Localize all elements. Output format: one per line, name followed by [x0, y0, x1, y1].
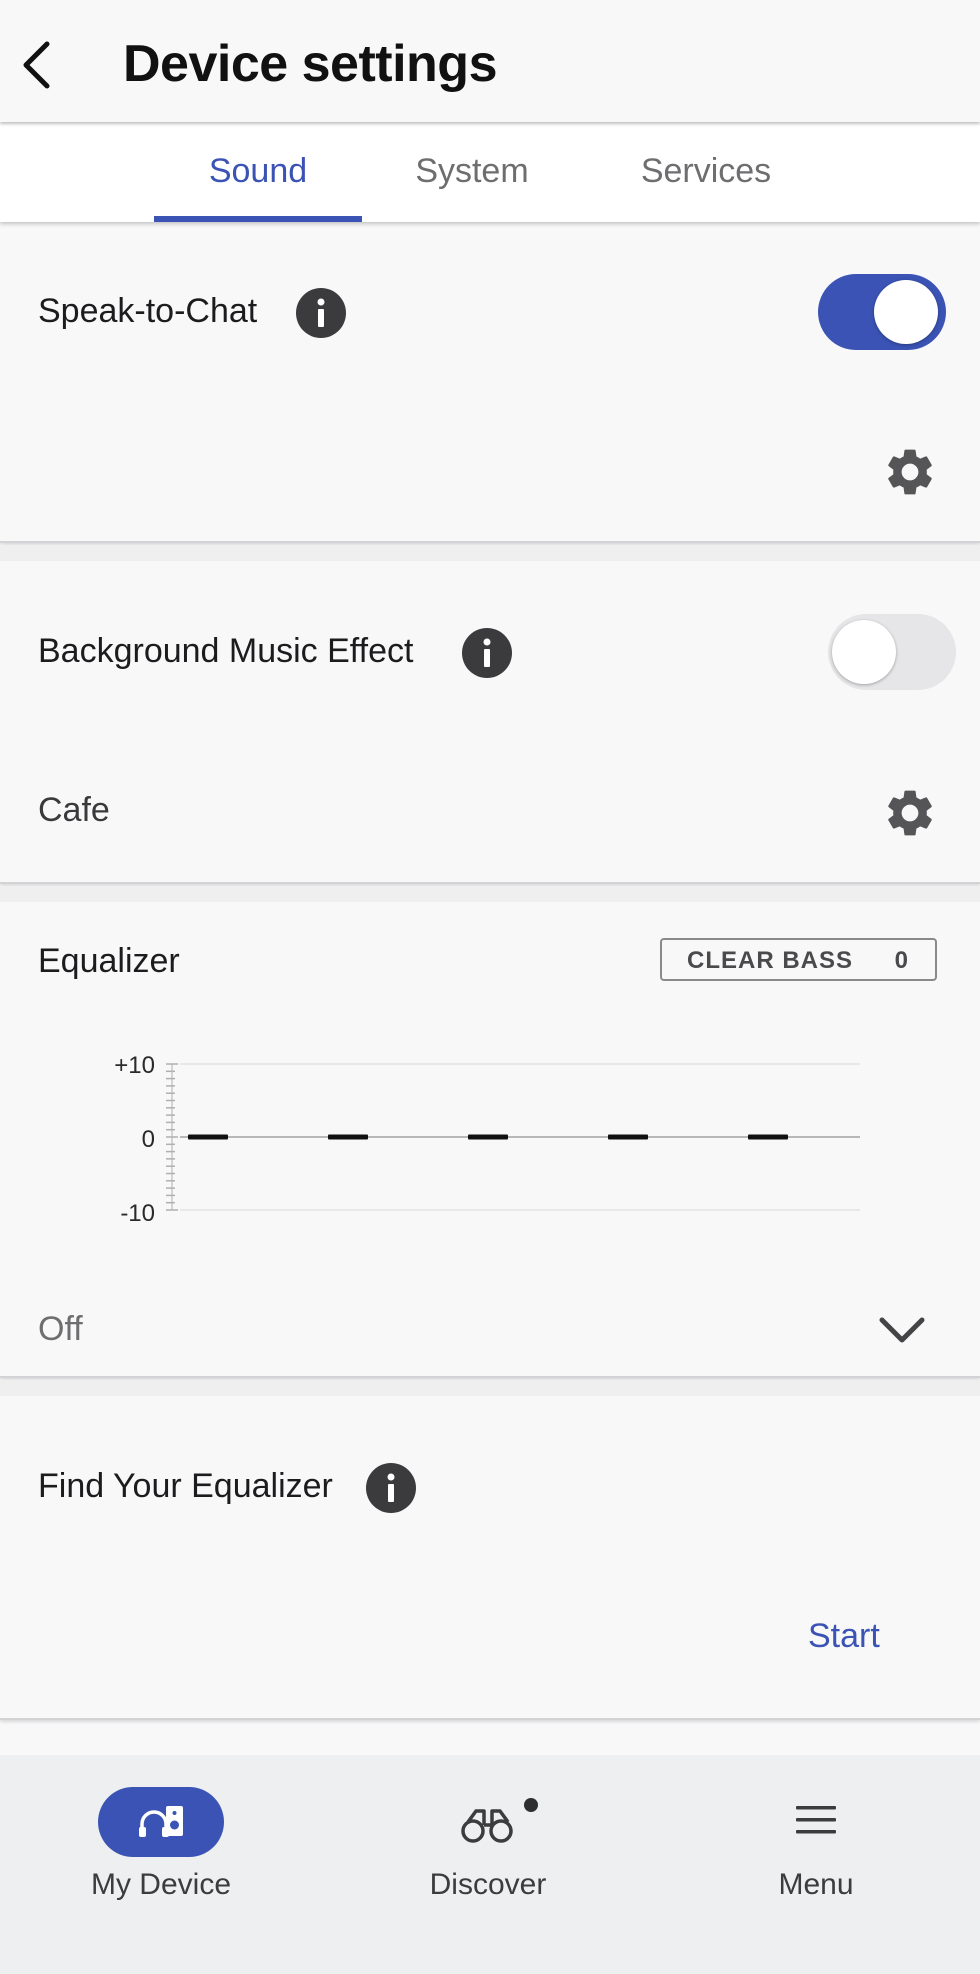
page-title: Device settings: [123, 35, 498, 93]
headphones-speaker-icon: [139, 1806, 183, 1837]
nav-menu[interactable]: Menu: [660, 1755, 972, 1974]
notification-dot: [524, 1798, 538, 1812]
eq-band-level: [608, 1134, 648, 1140]
eq-band-level: [748, 1134, 788, 1140]
section-divider: [0, 886, 980, 902]
equalizer-preset-value[interactable]: Off: [38, 1310, 83, 1349]
tab-services[interactable]: Services: [594, 152, 818, 191]
speak-to-chat-toggle[interactable]: [818, 274, 946, 350]
background-music-toggle[interactable]: [828, 614, 956, 690]
equalizer-chart[interactable]: +10 0 -10: [100, 1040, 880, 1227]
eq-band-level: [188, 1134, 228, 1140]
section-divider: [0, 1380, 980, 1396]
active-nav-pill: [98, 1787, 224, 1857]
gear-icon[interactable]: [882, 785, 938, 841]
info-icon[interactable]: [462, 628, 512, 678]
info-icon[interactable]: [366, 1463, 416, 1513]
y-tick-label: +10: [114, 1052, 155, 1079]
tab-sound[interactable]: Sound: [154, 152, 362, 191]
speak-to-chat-card: Speak-to-Chat: [0, 222, 980, 543]
nav-my-device[interactable]: My Device: [0, 1755, 322, 1974]
start-button[interactable]: Start: [808, 1617, 880, 1656]
nav-label: Menu: [778, 1868, 854, 1901]
clear-bass-label: CLEAR BASS: [687, 947, 854, 974]
background-music-label: Background Music Effect: [38, 632, 414, 670]
binoculars-icon: [461, 1809, 513, 1843]
y-tick-label: -10: [120, 1200, 155, 1227]
speak-to-chat-label: Speak-to-Chat: [38, 292, 258, 330]
hamburger-menu-icon: [796, 1806, 836, 1834]
section-divider: [0, 545, 980, 561]
active-tab-indicator: [154, 216, 362, 222]
nav-label: Discover: [429, 1868, 547, 1901]
equalizer-label: Equalizer: [38, 942, 180, 980]
find-equalizer-card: Find Your Equalizer: [0, 1396, 980, 1720]
tab-bar: Sound System Services: [0, 122, 980, 222]
chevron-down-icon[interactable]: [876, 1312, 928, 1348]
eq-band-level: [468, 1134, 508, 1140]
app-header: Device settings: [0, 0, 980, 122]
gear-icon[interactable]: [882, 444, 938, 500]
background-music-value: Cafe: [38, 791, 110, 829]
background-music-card: Background Music Effect Cafe: [0, 561, 980, 884]
y-tick-label: 0: [141, 1126, 155, 1153]
nav-discover[interactable]: Discover: [330, 1755, 646, 1974]
find-equalizer-label: Find Your Equalizer: [38, 1467, 333, 1505]
bottom-nav: My Device Discover Menu: [0, 1755, 980, 1974]
tab-system[interactable]: System: [380, 152, 564, 191]
info-icon[interactable]: [296, 288, 346, 338]
clear-bass-value: 0: [894, 947, 909, 974]
nav-label: My Device: [90, 1868, 232, 1901]
eq-band-level: [328, 1134, 368, 1140]
back-button[interactable]: [14, 36, 58, 94]
chevron-left-icon: [23, 41, 50, 89]
equalizer-plot: [166, 1063, 860, 1211]
clear-bass-badge[interactable]: CLEAR BASS 0: [660, 938, 937, 981]
